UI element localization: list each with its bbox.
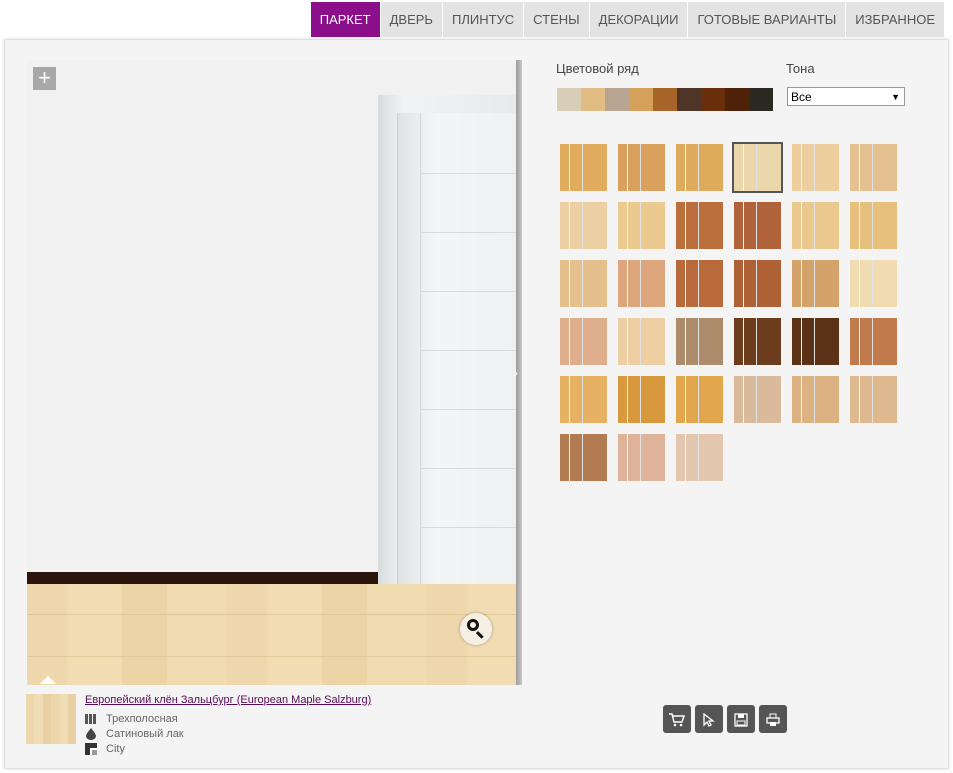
parquet-tile[interactable] [676, 376, 723, 423]
parquet-tile[interactable] [734, 376, 781, 423]
color-swatch[interactable] [677, 88, 701, 111]
color-swatch[interactable] [605, 88, 629, 111]
tone-select-value: Все [791, 90, 812, 104]
door-panel-line [420, 232, 522, 233]
door-panel-line [420, 173, 522, 174]
parquet-tile[interactable] [676, 318, 723, 365]
door-panel-line [420, 350, 522, 351]
parquet-tile[interactable] [676, 144, 723, 191]
tone-label: Тона [786, 61, 815, 76]
product-prop-finish: Сатиновый лак [85, 728, 184, 740]
color-swatch[interactable] [653, 88, 677, 111]
product-prop-strip: Трехполосная [85, 713, 178, 725]
room-preview: › + [27, 60, 522, 685]
parquet-tile[interactable] [618, 318, 665, 365]
product-prop-label: Сатиновый лак [106, 728, 184, 740]
palette-label: Цветовой ряд [556, 61, 639, 76]
door-panel-line [420, 468, 522, 469]
plus-icon: + [38, 65, 51, 90]
product-prop-label: Трехполосная [106, 713, 178, 725]
parquet-tile[interactable] [734, 202, 781, 249]
parquet-tile[interactable] [560, 202, 607, 249]
main-panel: › + Европейский клён Зальцбург (European… [4, 39, 949, 769]
door-panel-line [420, 291, 522, 292]
parquet-tile[interactable] [850, 144, 897, 191]
parquet-tile[interactable] [618, 260, 665, 307]
parquet-tile[interactable] [676, 434, 723, 481]
parquet-tile[interactable] [618, 376, 665, 423]
color-swatch[interactable] [701, 88, 725, 111]
toolbar [663, 705, 791, 733]
tab-3[interactable]: СТЕНЫ [524, 2, 589, 37]
parquet-tile[interactable] [618, 144, 665, 191]
cursor-icon[interactable] [695, 705, 723, 733]
parquet-tile[interactable] [676, 260, 723, 307]
parquet-tile[interactable] [792, 202, 839, 249]
tab-0[interactable]: ПАРКЕТ [310, 2, 380, 37]
parquet-tile[interactable] [850, 318, 897, 365]
product-thumbnail [26, 694, 76, 744]
product-prop-label: City [106, 743, 125, 755]
chevron-right-icon: › [514, 366, 518, 380]
parquet-tile[interactable] [850, 260, 897, 307]
floor-seam [27, 614, 516, 615]
color-palette [557, 88, 773, 111]
parquet-tile[interactable] [850, 376, 897, 423]
parquet-tile[interactable] [792, 318, 839, 365]
tab-1[interactable]: ДВЕРЬ [380, 2, 442, 37]
baseboard [27, 572, 378, 584]
three-strip-icon [85, 714, 97, 724]
dropdown-arrow-icon: ▼ [891, 92, 900, 102]
parquet-tile[interactable] [792, 376, 839, 423]
panel-toggle-handle[interactable]: › [514, 60, 522, 685]
parquet-tile[interactable] [560, 376, 607, 423]
color-swatch[interactable] [749, 88, 773, 111]
parquet-tile[interactable] [560, 144, 607, 191]
parquet-tile[interactable] [792, 260, 839, 307]
tab-5[interactable]: ГОТОВЫЕ ВАРИАНТЫ [688, 2, 846, 37]
parquet-tile[interactable] [792, 144, 839, 191]
parquet-tile[interactable] [560, 318, 607, 365]
product-prop-collection: City [85, 743, 125, 755]
parquet-tile[interactable] [676, 202, 723, 249]
tab-6[interactable]: ИЗБРАННОЕ [846, 2, 944, 37]
print-icon[interactable] [759, 705, 787, 733]
parquet-tile[interactable] [734, 260, 781, 307]
floor [27, 584, 516, 685]
add-button[interactable]: + [33, 67, 56, 90]
drop-icon [85, 728, 97, 740]
parquet-tile[interactable] [734, 318, 781, 365]
top-tabs: ПАРКЕТ ДВЕРЬ ПЛИНТУС СТЕНЫ ДЕКОРАЦИИ ГОТОВЫЕ … [310, 2, 944, 37]
tone-select[interactable]: Все ▼ [787, 87, 905, 106]
color-swatch[interactable] [725, 88, 749, 111]
collection-icon [85, 743, 97, 755]
parquet-tile[interactable] [618, 434, 665, 481]
zoom-icon[interactable] [460, 613, 492, 645]
door-panel-line [420, 527, 522, 528]
door-panel-line [420, 409, 522, 410]
parquet-tile[interactable] [850, 202, 897, 249]
floor-seam [27, 656, 516, 657]
parquet-tile[interactable] [560, 260, 607, 307]
parquet-tile[interactable] [618, 202, 665, 249]
tab-2[interactable]: ПЛИНТУС [442, 2, 524, 37]
color-swatch[interactable] [581, 88, 605, 111]
save-icon[interactable] [727, 705, 755, 733]
product-name-link[interactable]: Европейский клён Зальцбург (European Map… [85, 694, 371, 706]
color-swatch[interactable] [557, 88, 581, 111]
parquet-tile[interactable] [732, 142, 783, 193]
color-swatch[interactable] [629, 88, 653, 111]
parquet-tile[interactable] [560, 434, 607, 481]
tab-4[interactable]: ДЕКОРАЦИИ [589, 2, 688, 37]
selection-caret [40, 676, 56, 684]
cart-icon[interactable] [663, 705, 691, 733]
